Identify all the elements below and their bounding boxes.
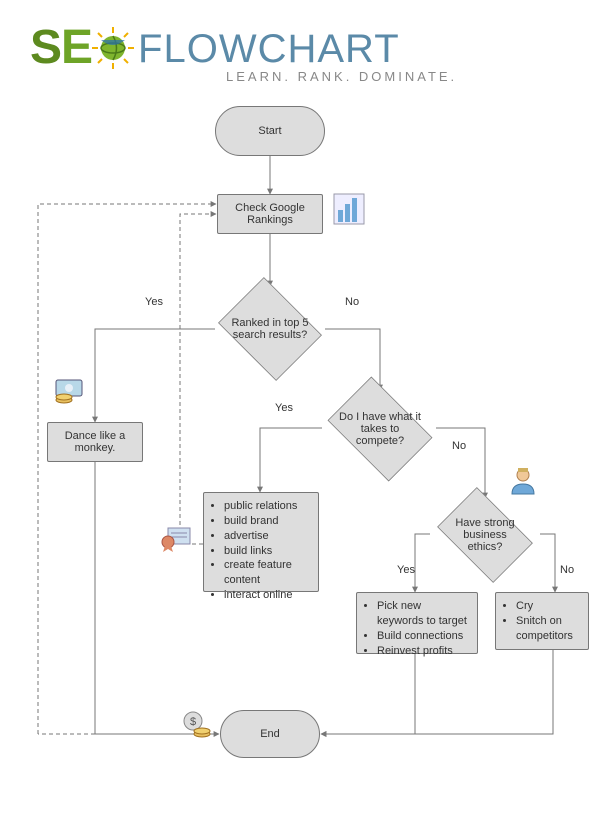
list-item: public relations (224, 499, 310, 514)
brand-title: FLOWCHART (138, 27, 400, 72)
ethics-decision: Have strong business ethics? (430, 496, 540, 574)
compete-yes-list: public relations build brand advertise b… (203, 492, 319, 592)
ethics-label: Have strong business ethics? (430, 517, 540, 553)
compete-decision: Do I have what it takes to compete? (320, 386, 440, 472)
list-item: Cry (516, 599, 580, 614)
dance-label: Dance like a monkey. (48, 430, 142, 454)
ranked-yes-label: Yes (145, 296, 163, 308)
bar-chart-icon (332, 192, 366, 231)
list-item: Reinvest profits (377, 644, 469, 659)
ranked-no-label: No (345, 296, 359, 308)
ranked-decision: Ranked in top 5 search results? (213, 284, 327, 374)
brand-letter-s: S (30, 20, 61, 75)
check-rankings-label: Check Google Rankings (218, 202, 322, 226)
ethics-yes-label: Yes (397, 564, 415, 576)
sun-globe-icon (90, 25, 136, 71)
list-item: build links (224, 544, 310, 559)
end-node: End (220, 710, 320, 758)
money-icon (50, 372, 90, 413)
logo: S E FLOWCHART (30, 20, 569, 75)
ethics-no-list: Cry Snitch on competitors (495, 592, 589, 650)
list-item: advertise (224, 529, 310, 544)
ranked-label: Ranked in top 5 search results? (213, 317, 327, 341)
header: S E FLOWCHART LEARN. RANK. DOM (0, 0, 599, 94)
ethics-yes-items: Pick new keywords to target Build connec… (365, 599, 469, 658)
ethics-no-items: Cry Snitch on competitors (504, 599, 580, 644)
start-label: Start (258, 125, 281, 137)
ethics-yes-list: Pick new keywords to target Build connec… (356, 592, 478, 654)
list-item: Pick new keywords to target (377, 599, 469, 629)
compete-no-label: No (452, 440, 466, 452)
brand-letter-e: E (61, 20, 92, 75)
list-item: build brand (224, 514, 310, 529)
dance-node: Dance like a monkey. (47, 422, 143, 462)
ribbon-certificate-icon (158, 520, 194, 561)
list-item: Snitch on competitors (516, 614, 580, 644)
flowchart-canvas: Start Check Google Rankings Ranked in to… (0, 94, 599, 794)
start-node: Start (215, 106, 325, 156)
compete-yes-label: Yes (275, 402, 293, 414)
compete-label: Do I have what it takes to compete? (320, 411, 440, 447)
compete-yes-items: public relations build brand advertise b… (212, 499, 310, 603)
ethics-no-label: No (560, 564, 574, 576)
check-rankings-node: Check Google Rankings (217, 194, 323, 234)
svg-text:$: $ (190, 716, 196, 728)
list-item: interact online (224, 588, 310, 603)
end-label: End (260, 728, 280, 740)
list-item: Build connections (377, 629, 469, 644)
coins-icon: $ (180, 708, 214, 747)
list-item: create feature content (224, 558, 310, 588)
